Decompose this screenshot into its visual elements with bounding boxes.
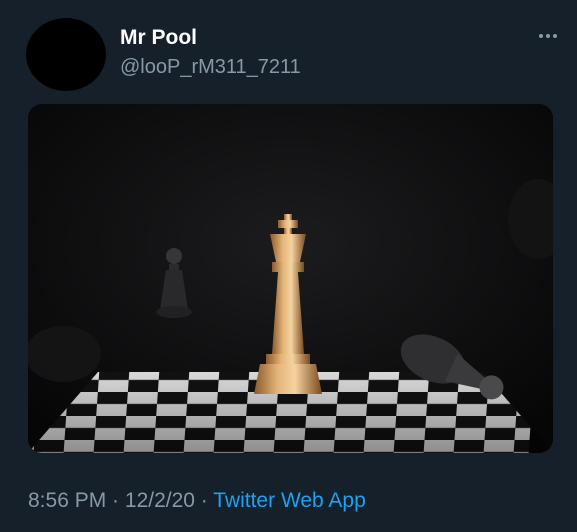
more-horizontal-icon[interactable] bbox=[539, 24, 557, 48]
meta-separator: · bbox=[194, 489, 214, 512]
more-dot bbox=[539, 34, 543, 38]
avatar[interactable] bbox=[26, 18, 106, 91]
tweet-image[interactable] bbox=[28, 104, 553, 453]
user-handle[interactable]: @looP_rM311_7211 bbox=[120, 56, 301, 79]
chess-image bbox=[28, 104, 553, 453]
more-dot bbox=[553, 34, 557, 38]
tweet-source-link[interactable]: Twitter Web App bbox=[213, 489, 366, 512]
meta-separator: · bbox=[106, 489, 125, 512]
tweet-time[interactable]: 8:56 PM bbox=[28, 489, 106, 512]
more-dot bbox=[546, 34, 550, 38]
display-name[interactable]: Mr Pool bbox=[120, 26, 197, 50]
tweet-meta: 8:56 PM · 12/2/20 · Twitter Web App bbox=[28, 489, 366, 513]
tweet-date[interactable]: 12/2/20 bbox=[125, 489, 195, 512]
